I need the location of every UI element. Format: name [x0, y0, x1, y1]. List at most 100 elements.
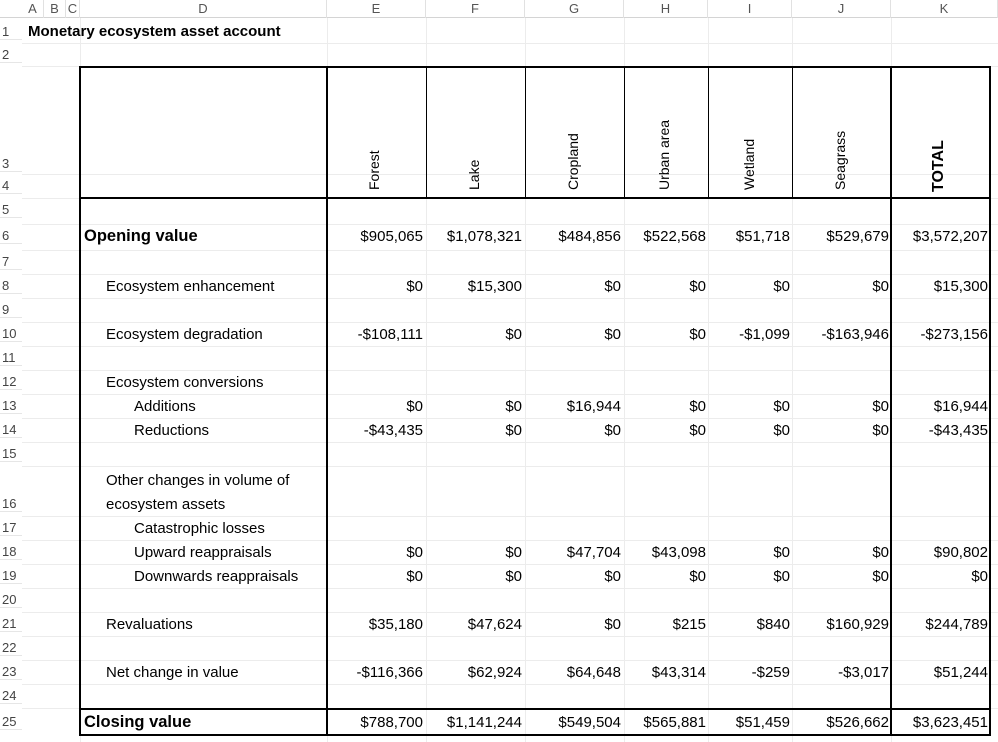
cell-revaluations-wetland[interactable]: $840 — [757, 616, 790, 633]
cell-reductions-wetland[interactable]: $0 — [773, 422, 790, 439]
cell-net-change-urban[interactable]: $43,314 — [652, 664, 706, 681]
cell-net-change-seagrass[interactable]: -$3,017 — [838, 664, 889, 681]
cell-degradation-lake[interactable]: $0 — [505, 326, 522, 343]
col-header-a[interactable]: A — [22, 0, 44, 18]
cell-upward-lake[interactable]: $0 — [505, 544, 522, 561]
col-header-j[interactable]: J — [792, 0, 891, 18]
cell-upward-wetland[interactable]: $0 — [773, 544, 790, 561]
cell-opening-lake[interactable]: $1,078,321 — [447, 228, 522, 245]
cell-additions-seagrass[interactable]: $0 — [872, 398, 889, 415]
row-header[interactable]: 18 — [0, 544, 22, 560]
col-header-d[interactable]: D — [80, 0, 327, 18]
cell-net-change-total[interactable]: $51,244 — [934, 664, 988, 681]
cell-additions-total[interactable]: $16,944 — [934, 398, 988, 415]
cell-enhancement-cropland[interactable]: $0 — [604, 278, 621, 295]
cell-additions-cropland[interactable]: $16,944 — [567, 398, 621, 415]
row-header[interactable]: 10 — [0, 326, 22, 342]
cell-closing-forest[interactable]: $788,700 — [360, 714, 423, 731]
row-header[interactable]: 19 — [0, 568, 22, 584]
cell-closing-wetland[interactable]: $51,459 — [736, 714, 790, 731]
cell-enhancement-forest[interactable]: $0 — [406, 278, 423, 295]
cell-additions-wetland[interactable]: $0 — [773, 398, 790, 415]
cell-net-change-lake[interactable]: $62,924 — [468, 664, 522, 681]
row-header[interactable]: 7 — [0, 254, 22, 270]
cell-opening-total[interactable]: $3,572,207 — [913, 228, 988, 245]
cell-enhancement-wetland[interactable]: $0 — [773, 278, 790, 295]
row-header[interactable]: 1 — [0, 24, 22, 40]
cell-enhancement-seagrass[interactable]: $0 — [872, 278, 889, 295]
cell-downwards-total[interactable]: $0 — [971, 568, 988, 585]
row-header[interactable]: 6 — [0, 228, 22, 244]
cell-upward-total[interactable]: $90,802 — [934, 544, 988, 561]
cell-enhancement-urban[interactable]: $0 — [689, 278, 706, 295]
cell-additions-forest[interactable]: $0 — [406, 398, 423, 415]
cell-revaluations-forest[interactable]: $35,180 — [369, 616, 423, 633]
col-header-e[interactable]: E — [327, 0, 426, 18]
cell-net-change-forest[interactable]: -$116,366 — [357, 664, 423, 681]
col-header-i[interactable]: I — [708, 0, 792, 18]
cell-degradation-urban[interactable]: $0 — [689, 326, 706, 343]
row-header[interactable]: 4 — [0, 178, 22, 194]
cell-enhancement-total[interactable]: $15,300 — [934, 278, 988, 295]
cell-additions-urban[interactable]: $0 — [689, 398, 706, 415]
row-header[interactable]: 13 — [0, 398, 22, 414]
row-header[interactable]: 12 — [0, 374, 22, 390]
cell-revaluations-urban[interactable]: $215 — [673, 616, 706, 633]
cell-upward-cropland[interactable]: $47,704 — [567, 544, 621, 561]
cell-revaluations-lake[interactable]: $47,624 — [468, 616, 522, 633]
row-header[interactable]: 14 — [0, 422, 22, 438]
col-header-h[interactable]: H — [624, 0, 708, 18]
col-header-b[interactable]: B — [44, 0, 66, 18]
cell-reductions-seagrass[interactable]: $0 — [872, 422, 889, 439]
cell-enhancement-lake[interactable]: $15,300 — [468, 278, 522, 295]
cell-downwards-seagrass[interactable]: $0 — [872, 568, 889, 585]
cell-downwards-cropland[interactable]: $0 — [604, 568, 621, 585]
col-header-g[interactable]: G — [525, 0, 624, 18]
cell-opening-forest[interactable]: $905,065 — [360, 228, 423, 245]
cell-reductions-total[interactable]: -$43,435 — [929, 422, 988, 439]
row-header[interactable]: 24 — [0, 688, 22, 704]
row-header[interactable]: 16 — [0, 496, 22, 512]
cell-net-change-cropland[interactable]: $64,648 — [567, 664, 621, 681]
row-header[interactable]: 3 — [0, 156, 22, 172]
cell-revaluations-seagrass[interactable]: $160,929 — [826, 616, 889, 633]
cell-degradation-wetland[interactable]: -$1,099 — [739, 326, 790, 343]
cell-downwards-urban[interactable]: $0 — [689, 568, 706, 585]
col-header-f[interactable]: F — [426, 0, 525, 18]
cell-upward-forest[interactable]: $0 — [406, 544, 423, 561]
cell-degradation-total[interactable]: -$273,156 — [920, 326, 988, 343]
cell-closing-urban[interactable]: $565,881 — [643, 714, 706, 731]
cell-opening-wetland[interactable]: $51,718 — [736, 228, 790, 245]
cell-upward-seagrass[interactable]: $0 — [872, 544, 889, 561]
cell-degradation-cropland[interactable]: $0 — [604, 326, 621, 343]
row-header[interactable]: 8 — [0, 278, 22, 294]
cell-reductions-forest[interactable]: -$43,435 — [364, 422, 423, 439]
cell-closing-total[interactable]: $3,623,451 — [913, 714, 988, 731]
cell-revaluations-total[interactable]: $244,789 — [925, 616, 988, 633]
row-header[interactable]: 21 — [0, 616, 22, 632]
cell-reductions-lake[interactable]: $0 — [505, 422, 522, 439]
cell-reductions-cropland[interactable]: $0 — [604, 422, 621, 439]
row-header[interactable]: 17 — [0, 520, 22, 536]
cell-downwards-lake[interactable]: $0 — [505, 568, 522, 585]
cell-opening-urban[interactable]: $522,568 — [643, 228, 706, 245]
row-header[interactable]: 23 — [0, 664, 22, 680]
cell-additions-lake[interactable]: $0 — [505, 398, 522, 415]
cell-closing-lake[interactable]: $1,141,244 — [447, 714, 522, 731]
cell-upward-urban[interactable]: $43,098 — [652, 544, 706, 561]
cell-degradation-seagrass[interactable]: -$163,946 — [821, 326, 889, 343]
cell-opening-cropland[interactable]: $484,856 — [558, 228, 621, 245]
row-header[interactable]: 11 — [0, 350, 22, 366]
row-header[interactable]: 5 — [0, 202, 22, 218]
row-header[interactable]: 20 — [0, 592, 22, 608]
cell-downwards-forest[interactable]: $0 — [406, 568, 423, 585]
cell-reductions-urban[interactable]: $0 — [689, 422, 706, 439]
col-header-c[interactable]: C — [66, 0, 80, 18]
cell-closing-seagrass[interactable]: $526,662 — [826, 714, 889, 731]
row-header[interactable]: 25 — [0, 714, 22, 730]
cell-degradation-forest[interactable]: -$108,111 — [358, 326, 423, 343]
cell-net-change-wetland[interactable]: -$259 — [752, 664, 790, 681]
cell-closing-cropland[interactable]: $549,504 — [558, 714, 621, 731]
cell-downwards-wetland[interactable]: $0 — [773, 568, 790, 585]
cell-revaluations-cropland[interactable]: $0 — [604, 616, 621, 633]
